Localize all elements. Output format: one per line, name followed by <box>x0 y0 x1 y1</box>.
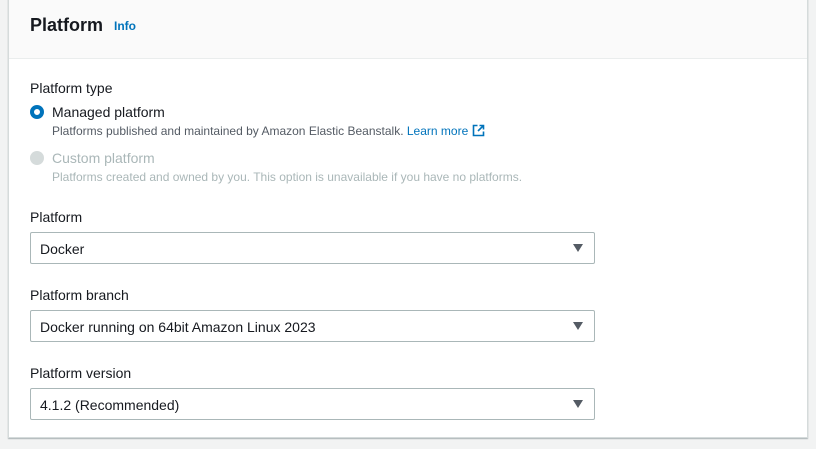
learn-more-link[interactable]: Learn more <box>407 124 485 138</box>
caret-down-icon <box>573 400 583 408</box>
section-title: Platform <box>30 15 104 35</box>
info-link[interactable]: Info <box>114 19 136 33</box>
platform-version-select[interactable]: 4.1.2 (Recommended) <box>30 388 595 420</box>
platform-type-label: Platform type <box>30 80 113 96</box>
managed-platform-radio[interactable] <box>30 105 44 119</box>
custom-platform-radio <box>30 151 44 165</box>
platform-select[interactable]: Docker <box>30 232 595 264</box>
managed-platform-desc-text: Platforms published and maintained by Am… <box>52 124 404 138</box>
platform-version-label: Platform version <box>30 365 132 381</box>
platform-version-select-value: 4.1.2 (Recommended) <box>40 397 180 413</box>
caret-down-icon <box>573 244 583 252</box>
external-link-icon[interactable] <box>472 124 485 140</box>
caret-down-icon <box>573 322 583 330</box>
custom-platform-description: Platforms created and owned by you. This… <box>52 170 523 184</box>
panel-header: Platform Info <box>9 0 807 59</box>
platform-branch-select[interactable]: Docker running on 64bit Amazon Linux 202… <box>30 310 595 342</box>
platform-panel: Platform Info Platform type Managed plat… <box>8 0 808 438</box>
learn-more-text[interactable]: Learn more <box>407 124 468 138</box>
platform-select-value: Docker <box>40 241 85 257</box>
managed-platform-description: Platforms published and maintained by Am… <box>52 124 485 140</box>
platform-branch-select-value: Docker running on 64bit Amazon Linux 202… <box>40 319 316 335</box>
managed-platform-label[interactable]: Managed platform <box>52 104 165 120</box>
platform-branch-label: Platform branch <box>30 287 129 303</box>
platform-label: Platform <box>30 209 83 225</box>
custom-platform-label: Custom platform <box>52 150 155 166</box>
